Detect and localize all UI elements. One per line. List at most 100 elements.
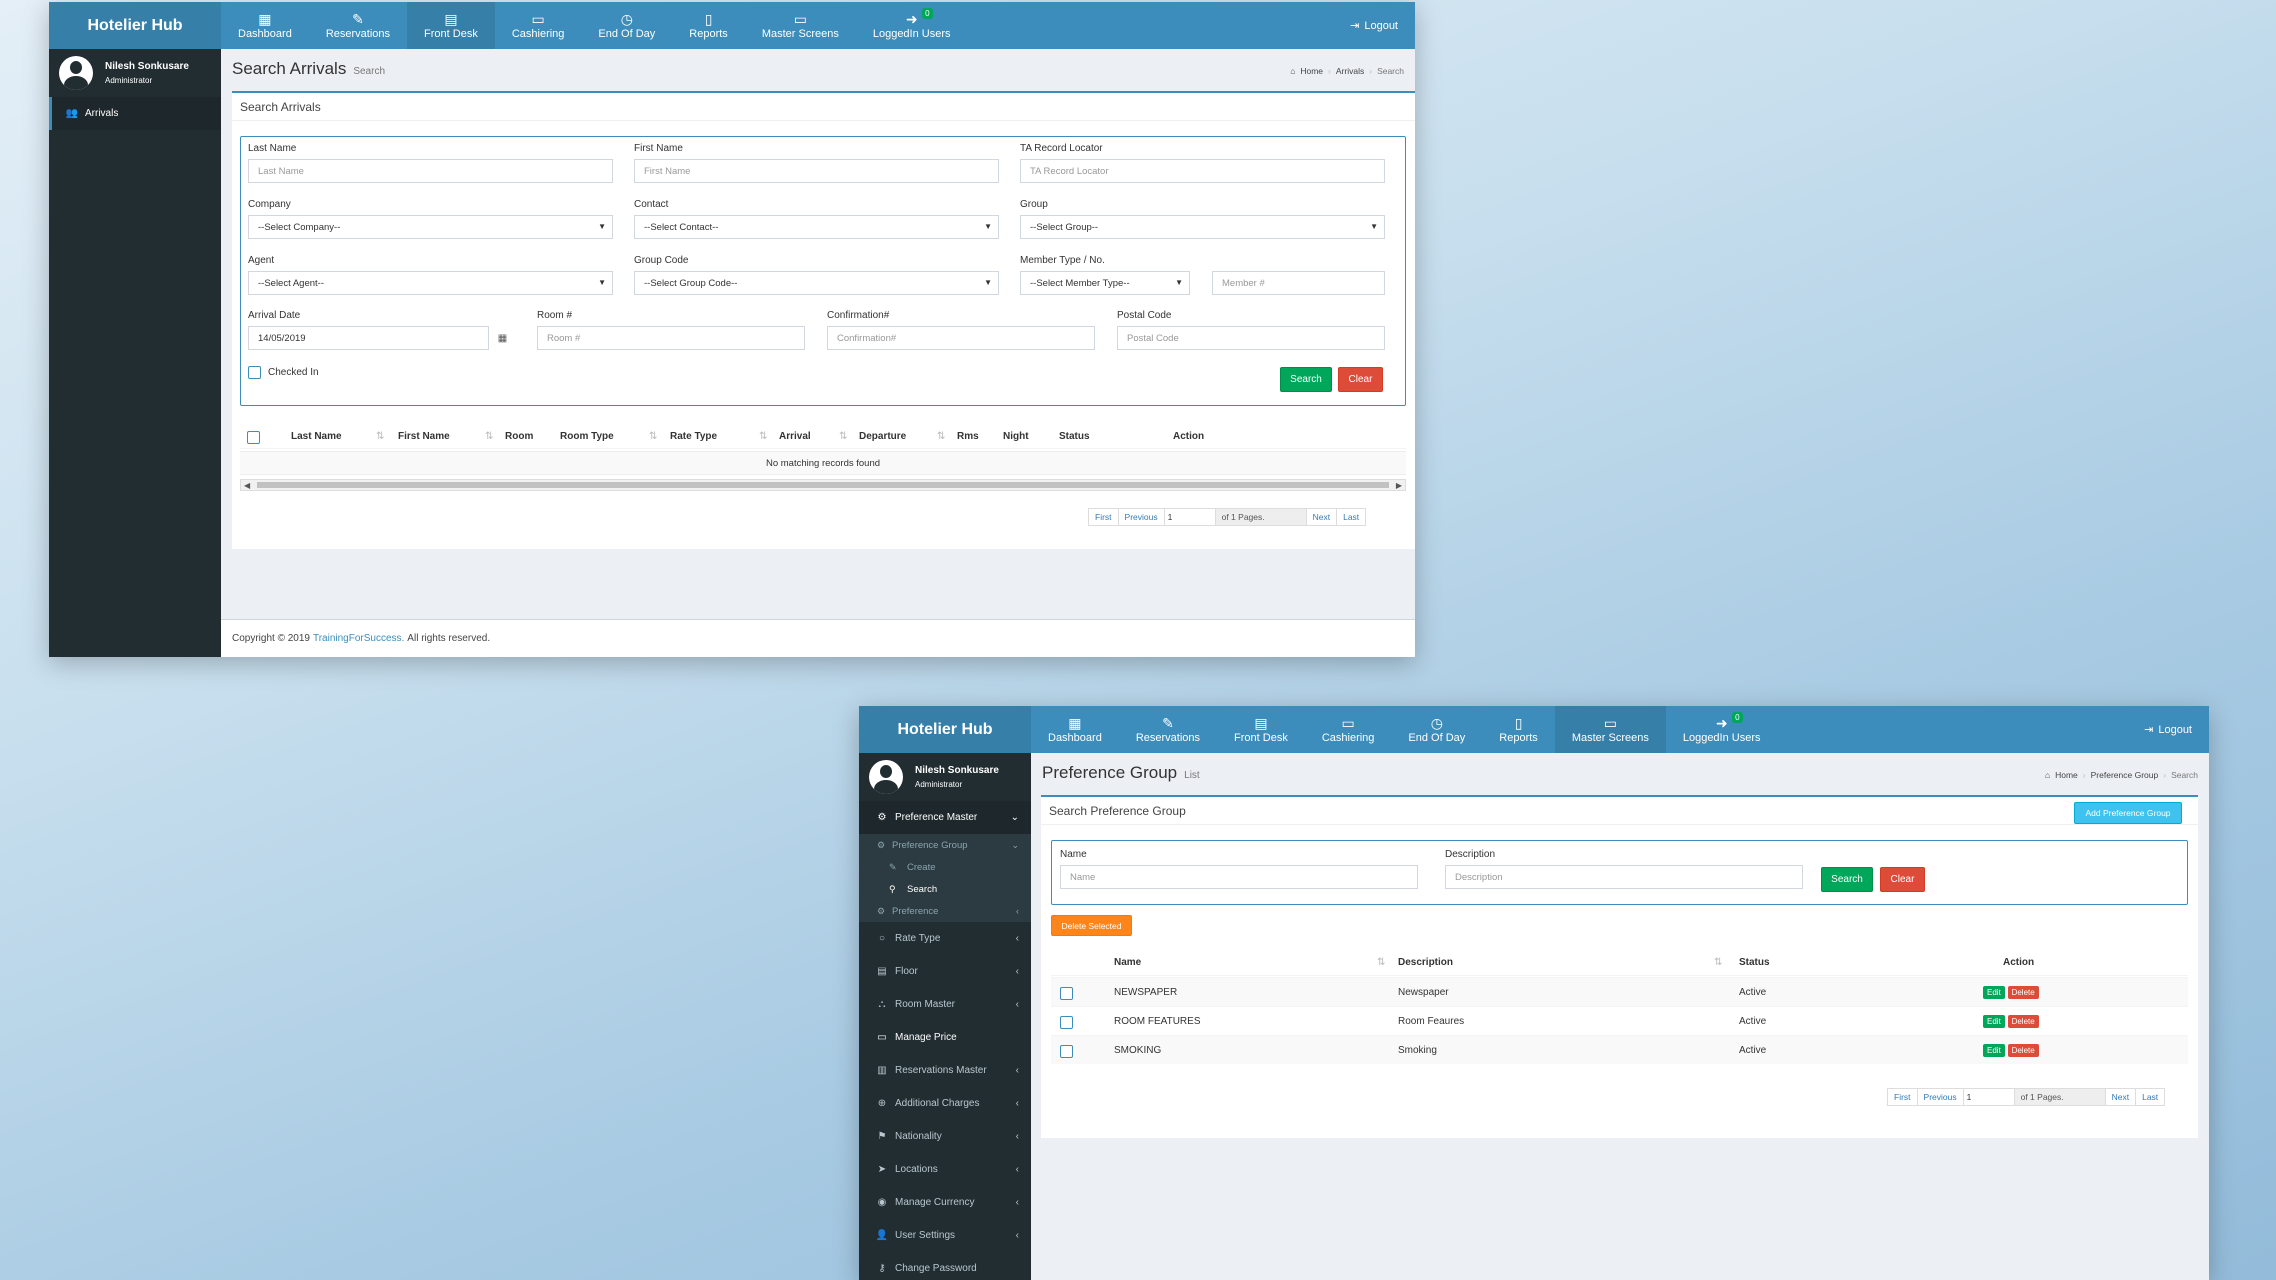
logout-button[interactable]: ⇥ Logout xyxy=(2144,706,2209,753)
sidebar-item-floor[interactable]: ▤ Floor ‹ xyxy=(859,955,1031,988)
select-all-checkbox[interactable] xyxy=(247,431,260,444)
clear-button[interactable]: Clear xyxy=(1880,867,1925,892)
nav-loggedin-users[interactable]: ➜ 0 LoggedIn Users xyxy=(856,2,968,49)
member-type-select[interactable]: --Select Member Type-- xyxy=(1020,271,1190,295)
confirmation-input[interactable]: Confirmation# xyxy=(827,326,1095,350)
sort-icon[interactable]: ⇅ xyxy=(839,431,847,442)
col-status[interactable]: Status xyxy=(1739,957,1770,968)
sort-icon[interactable]: ⇅ xyxy=(1714,957,1722,968)
agent-select[interactable]: --Select Agent-- xyxy=(248,271,613,295)
sidebar-item-nationality[interactable]: ⚑ Nationality ‹ xyxy=(859,1120,1031,1153)
contact-select[interactable]: --Select Contact-- xyxy=(634,215,999,239)
first-name-input[interactable]: First Name xyxy=(634,159,999,183)
nav-dashboard[interactable]: ▦ Dashboard xyxy=(221,2,309,49)
delete-selected-button[interactable]: Delete Selected xyxy=(1051,915,1132,936)
calendar-icon[interactable]: ▦ xyxy=(488,326,516,350)
horizontal-scrollbar[interactable]: ◀ ▶ xyxy=(240,479,1406,491)
name-input[interactable]: Name xyxy=(1060,865,1418,889)
company-select[interactable]: --Select Company-- xyxy=(248,215,613,239)
group-code-select[interactable]: --Select Group Code-- xyxy=(634,271,999,295)
nav-cashiering[interactable]: ▭ Cashiering xyxy=(495,2,582,49)
breadcrumb-home[interactable]: Home xyxy=(1300,66,1323,76)
arrival-date-input[interactable]: 14/05/2019 xyxy=(248,326,516,350)
nav-front-desk[interactable]: ▤ Front Desk xyxy=(1217,706,1305,753)
col-status[interactable]: Status xyxy=(1059,431,1090,442)
member-number-input[interactable]: Member # xyxy=(1212,271,1385,295)
pager-last[interactable]: Last xyxy=(2135,1088,2166,1106)
sidebar-item-manage-price[interactable]: ▭ Manage Price xyxy=(859,1021,1031,1054)
sidebar-item-locations[interactable]: ➤ Locations ‹ xyxy=(859,1153,1031,1186)
sidebar-item-preference-master[interactable]: ⚙ Preference Master ⌄ xyxy=(859,801,1031,834)
col-night[interactable]: Night xyxy=(1003,431,1029,442)
breadcrumb-arrivals[interactable]: Arrivals xyxy=(1336,66,1364,76)
pager-page-input[interactable]: 1 xyxy=(1962,1088,2015,1106)
ta-record-input[interactable]: TA Record Locator xyxy=(1020,159,1385,183)
scroll-left-icon[interactable]: ◀ xyxy=(244,480,250,491)
nav-reservations[interactable]: ✎ Reservations xyxy=(1119,706,1217,753)
pager-previous[interactable]: Previous xyxy=(1916,1088,1964,1106)
delete-button[interactable]: Delete xyxy=(2007,1043,2039,1057)
nav-cashiering[interactable]: ▭ Cashiering xyxy=(1305,706,1392,753)
col-rms[interactable]: Rms xyxy=(957,431,979,442)
sidebar-item-preference-group[interactable]: ⚙ Preference Group ⌄ xyxy=(859,834,1031,856)
sidebar-item-room-master[interactable]: ⛬ Room Master ‹ xyxy=(859,988,1031,1021)
scroll-thumb[interactable] xyxy=(257,482,1389,488)
sidebar-item-change-password[interactable]: ⚷ Change Password xyxy=(859,1252,1031,1280)
row-checkbox[interactable] xyxy=(1060,987,1073,1000)
col-arrival[interactable]: Arrival xyxy=(779,431,811,442)
pager-last[interactable]: Last xyxy=(1336,508,1367,526)
clear-button[interactable]: Clear xyxy=(1338,367,1383,392)
delete-button[interactable]: Delete xyxy=(2007,985,2039,999)
nav-reservations[interactable]: ✎ Reservations xyxy=(309,2,407,49)
sidebar-item-manage-currency[interactable]: ◉ Manage Currency ‹ xyxy=(859,1186,1031,1219)
brand-logo[interactable]: Hotelier Hub xyxy=(49,2,221,49)
nav-reports[interactable]: ▯ Reports xyxy=(1482,706,1555,753)
col-first-name[interactable]: First Name xyxy=(398,431,450,442)
col-room-type[interactable]: Room Type xyxy=(560,431,614,442)
checked-in-checkbox[interactable] xyxy=(248,366,261,379)
nav-master-screens[interactable]: ▭ Master Screens xyxy=(1554,706,1666,753)
nav-master-screens[interactable]: ▭ Master Screens xyxy=(745,2,856,49)
row-checkbox[interactable] xyxy=(1060,1016,1073,1029)
col-room[interactable]: Room xyxy=(505,431,533,442)
pager-first[interactable]: First xyxy=(1088,508,1119,526)
nav-front-desk[interactable]: ▤ Front Desk xyxy=(407,2,495,49)
room-input[interactable]: Room # xyxy=(537,326,805,350)
col-departure[interactable]: Departure xyxy=(859,431,906,442)
postal-code-input[interactable]: Postal Code xyxy=(1117,326,1385,350)
col-rate-type[interactable]: Rate Type xyxy=(670,431,717,442)
sort-icon[interactable]: ⇅ xyxy=(376,431,384,442)
last-name-input[interactable]: Last Name xyxy=(248,159,613,183)
nav-reports[interactable]: ▯ Reports xyxy=(672,2,745,49)
group-select[interactable]: --Select Group-- xyxy=(1020,215,1385,239)
search-button[interactable]: Search xyxy=(1280,367,1332,392)
sidebar-item-search[interactable]: ⚲ Search xyxy=(859,878,1031,900)
pager-next[interactable]: Next xyxy=(1305,508,1338,526)
description-input[interactable]: Description xyxy=(1445,865,1803,889)
pager-page-input[interactable]: 1 xyxy=(1163,508,1216,526)
sidebar-item-rate-type[interactable]: ○ Rate Type ‹ xyxy=(859,922,1031,955)
col-name[interactable]: Name xyxy=(1114,957,1141,968)
scroll-right-icon[interactable]: ▶ xyxy=(1396,480,1402,491)
logout-button[interactable]: ⇥ Logout xyxy=(1350,2,1415,49)
sidebar-item-additional-charges[interactable]: ⊕ Additional Charges ‹ xyxy=(859,1087,1031,1120)
company-link[interactable]: TrainingForSuccess. xyxy=(313,633,404,644)
sidebar-item-reservations-master[interactable]: ▥ Reservations Master ‹ xyxy=(859,1054,1031,1087)
sidebar-item-create[interactable]: ✎ Create xyxy=(859,856,1031,878)
nav-dashboard[interactable]: ▦ Dashboard xyxy=(1031,706,1119,753)
pager-previous[interactable]: Previous xyxy=(1117,508,1165,526)
pager-first[interactable]: First xyxy=(1887,1088,1918,1106)
sort-icon[interactable]: ⇅ xyxy=(1377,957,1385,968)
edit-button[interactable]: Edit xyxy=(1983,1014,2005,1028)
row-checkbox[interactable] xyxy=(1060,1045,1073,1058)
delete-button[interactable]: Delete xyxy=(2007,1014,2039,1028)
add-preference-group-button[interactable]: Add Preference Group xyxy=(2074,802,2182,824)
sort-icon[interactable]: ⇅ xyxy=(937,431,945,442)
breadcrumb-home[interactable]: Home xyxy=(2055,770,2078,780)
col-description[interactable]: Description xyxy=(1398,957,1453,968)
col-last-name[interactable]: Last Name xyxy=(291,431,342,442)
sort-icon[interactable]: ⇅ xyxy=(485,431,493,442)
sort-icon[interactable]: ⇅ xyxy=(759,431,767,442)
sidebar-item-preference[interactable]: ⚙ Preference ‹ xyxy=(859,900,1031,922)
edit-button[interactable]: Edit xyxy=(1983,985,2005,999)
